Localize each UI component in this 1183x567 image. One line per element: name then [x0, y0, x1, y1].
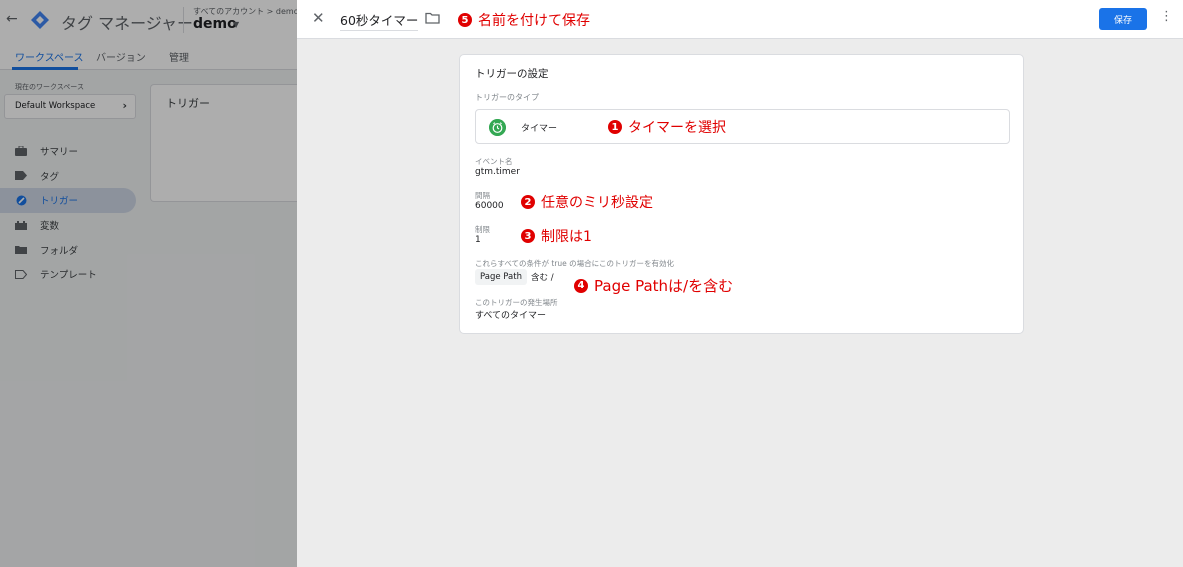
annotation-select-timer: 1 タイマーを選択 — [608, 117, 726, 137]
interval-caption: 間隔 — [475, 191, 490, 200]
more-options-icon[interactable]: ⋮ — [1160, 10, 1173, 23]
annotation-text: 制限は1 — [541, 229, 592, 245]
annotation-interval: 2 任意のミリ秒設定 — [521, 192, 653, 212]
trigger-config-card: トリガーの設定 トリガーのタイプ タイマー 1 タイマーを選択 イベント名 gt… — [459, 54, 1024, 334]
annotation-number: 3 — [521, 229, 535, 243]
annotation-number: 2 — [521, 195, 535, 209]
trigger-editor-panel: ✕ 5 名前を付けて保存 保存 ⋮ トリガーの設定 トリガーのタイプ タイマー … — [297, 0, 1183, 567]
annotation-text: Page Pathは/を含む — [594, 277, 734, 295]
trigger-name-input[interactable] — [340, 9, 418, 31]
save-button[interactable]: 保存 — [1099, 8, 1147, 30]
condition-variable-chip: Page Path — [475, 269, 527, 285]
condition-operator: 含む / — [531, 273, 554, 283]
fires-on-value: すべてのタイマー — [475, 311, 547, 321]
annotation-page-path: 4 Page Pathは/を含む — [574, 275, 733, 296]
trigger-type-caption: トリガーのタイプ — [475, 93, 539, 102]
condition-caption: これらすべての条件が true の場合にこのトリガーを有効化 — [475, 259, 675, 268]
annotation-number: 4 — [574, 278, 588, 293]
folder-icon[interactable] — [425, 12, 440, 24]
modal-scrim[interactable] — [0, 0, 297, 567]
trigger-type-selector[interactable]: タイマー — [475, 109, 1010, 144]
fires-on-caption: このトリガーの発生場所 — [475, 298, 558, 307]
event-name-value: gtm.timer — [475, 167, 520, 177]
close-icon[interactable]: ✕ — [312, 9, 325, 27]
event-name-caption: イベント名 — [475, 157, 513, 166]
annotation-number: 1 — [608, 120, 622, 134]
annotation-limit: 3 制限は1 — [521, 226, 592, 246]
limit-value: 1 — [475, 235, 481, 245]
card-title: トリガーの設定 — [475, 68, 549, 80]
annotation-text: タイマーを選択 — [628, 120, 726, 136]
trigger-type-value: タイマー — [521, 124, 558, 134]
annotation-text: 任意のミリ秒設定 — [541, 195, 653, 211]
annotation-text: 名前を付けて保存 — [478, 13, 590, 29]
editor-header: ✕ 5 名前を付けて保存 保存 ⋮ — [297, 0, 1183, 39]
limit-caption: 制限 — [475, 225, 490, 234]
annotation-save-name: 5 名前を付けて保存 — [458, 10, 590, 30]
annotation-number: 5 — [458, 13, 472, 27]
timer-icon — [489, 119, 506, 136]
interval-value: 60000 — [475, 201, 504, 211]
